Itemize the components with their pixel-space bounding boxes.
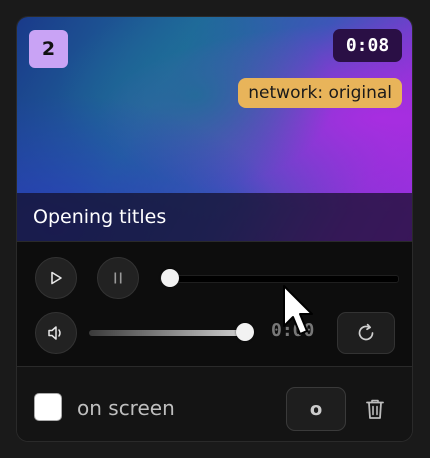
play-icon [51, 271, 62, 285]
volume-slider-handle[interactable] [236, 323, 254, 341]
network-badge: network: original [238, 78, 402, 108]
volume-icon [48, 326, 61, 340]
reset-icon [358, 323, 374, 341]
hotkey-button[interactable]: o [286, 387, 346, 431]
pause-button[interactable] [97, 257, 139, 299]
clip-title: Opening titles [33, 206, 167, 228]
player-controls: 0:00 [17, 241, 412, 366]
duration-badge: 0:08 [333, 29, 402, 62]
clip-number-badge: 2 [29, 30, 68, 68]
clip-thumbnail[interactable]: 2 0:08 network: original Opening titles [17, 17, 412, 241]
progress-slider-handle[interactable] [161, 269, 179, 287]
on-screen-label: on screen [77, 396, 175, 420]
reset-button[interactable] [337, 312, 395, 354]
on-screen-checkbox[interactable] [34, 393, 62, 421]
mouse-cursor-icon [283, 285, 313, 335]
volume-slider[interactable] [89, 323, 254, 341]
play-button[interactable] [35, 257, 77, 299]
progress-slider[interactable] [160, 269, 399, 287]
clip-footer: on screen o [17, 366, 412, 441]
volume-button[interactable] [35, 312, 77, 354]
clip-title-bar: Opening titles [17, 193, 412, 241]
trash-icon [366, 399, 384, 419]
pause-icon [114, 272, 122, 284]
clip-card: 2 0:08 network: original Opening titles [16, 16, 413, 442]
delete-button[interactable] [362, 395, 388, 423]
